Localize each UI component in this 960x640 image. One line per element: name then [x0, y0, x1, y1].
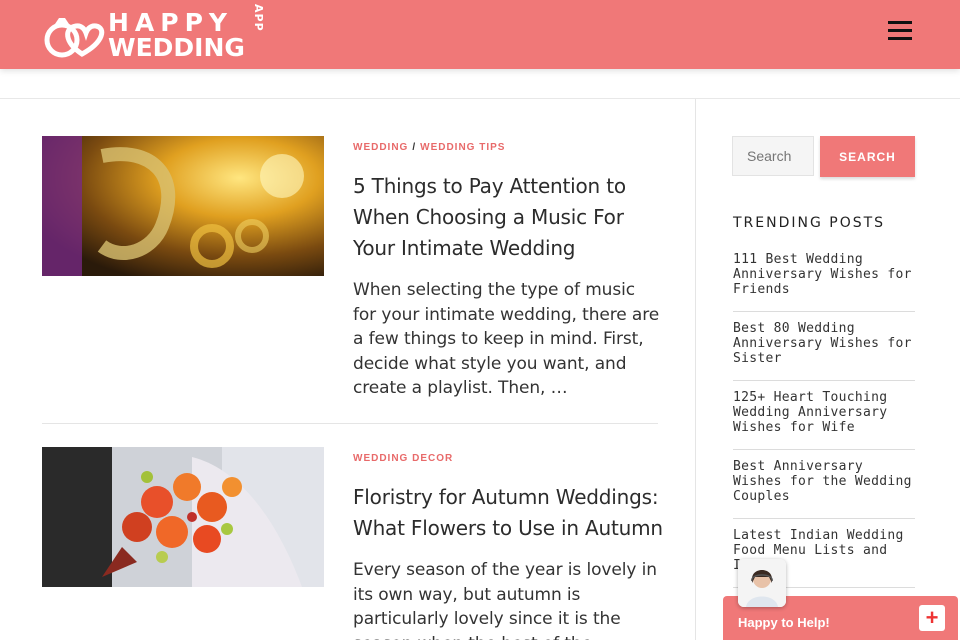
support-agent-avatar[interactable]: [738, 559, 786, 607]
plus-icon[interactable]: +: [919, 605, 945, 631]
post-card: WEDDING DECOR Floristry for Autumn Weddi…: [42, 447, 663, 640]
list-item: 125+ Heart Touching Wedding Anniversary …: [733, 381, 915, 450]
post-thumbnail-saxophone[interactable]: [42, 136, 324, 276]
list-item: Best 80 Wedding Anniversary Wishes for S…: [733, 312, 915, 381]
logo-line-wedding: WEDDING: [108, 33, 245, 62]
site-header: HAPPY WEDDING APP: [0, 0, 960, 69]
trending-posts-list: 111 Best Wedding Anniversary Wishes for …: [733, 252, 915, 588]
autumn-bouquet-image: [42, 447, 324, 587]
support-agent-icon: [738, 559, 786, 607]
trending-post-link[interactable]: 111 Best Wedding Anniversary Wishes for …: [733, 252, 915, 311]
post-excerpt: Every season of the year is lovely in it…: [353, 560, 657, 640]
post-body: WEDDING / WEDDING TIPS 5 Things to Pay Att…: [353, 136, 663, 401]
logo-wordmark: HAPPY WEDDING: [108, 10, 245, 60]
post-title-link[interactable]: Floristry for Autumn Weddings: What Flow…: [353, 482, 663, 544]
sidebar-divider: [695, 99, 696, 640]
category-link-wedding-decor[interactable]: WEDDING DECOR: [353, 453, 453, 464]
trending-post-link[interactable]: Best Anniversary Wishes for the Wedding …: [733, 450, 915, 518]
search-button[interactable]: SEARCH: [820, 136, 915, 177]
trending-posts-heading: TRENDING POSTS: [733, 215, 886, 231]
post-excerpt: When selecting the type of music for you…: [353, 280, 660, 398]
category-separator: /: [412, 142, 417, 153]
post-card: WEDDING / WEDDING TIPS 5 Things to Pay Att…: [42, 136, 659, 424]
post-categories: WEDDING DECOR: [353, 453, 663, 464]
post-categories: WEDDING / WEDDING TIPS: [353, 142, 663, 153]
post-body: WEDDING DECOR Floristry for Autumn Weddi…: [353, 447, 663, 640]
trending-post-link[interactable]: Best 80 Wedding Anniversary Wishes for S…: [733, 312, 915, 380]
list-item: Best Anniversary Wishes for the Wedding …: [733, 450, 915, 519]
hamburger-menu-icon[interactable]: [886, 21, 914, 45]
category-link-wedding-tips[interactable]: WEDDING TIPS: [420, 142, 505, 153]
help-chat-label: Happy to Help!: [738, 615, 830, 630]
post-thumbnail-bouquet[interactable]: [42, 447, 324, 587]
rings-logo-icon: [44, 18, 105, 58]
logo-line-happy: HAPPY: [108, 8, 234, 37]
site-logo[interactable]: HAPPY WEDDING: [42, 10, 245, 60]
search-input[interactable]: [732, 136, 814, 176]
saxophone-image: [42, 136, 324, 276]
category-link-wedding[interactable]: WEDDING: [353, 142, 408, 153]
trending-post-link[interactable]: 125+ Heart Touching Wedding Anniversary …: [733, 381, 915, 449]
post-title-link[interactable]: 5 Things to Pay Attention to When Choosi…: [353, 171, 663, 264]
header-divider: [0, 98, 960, 99]
logo-app-suffix: APP: [252, 4, 265, 32]
list-item: 111 Best Wedding Anniversary Wishes for …: [733, 252, 915, 312]
